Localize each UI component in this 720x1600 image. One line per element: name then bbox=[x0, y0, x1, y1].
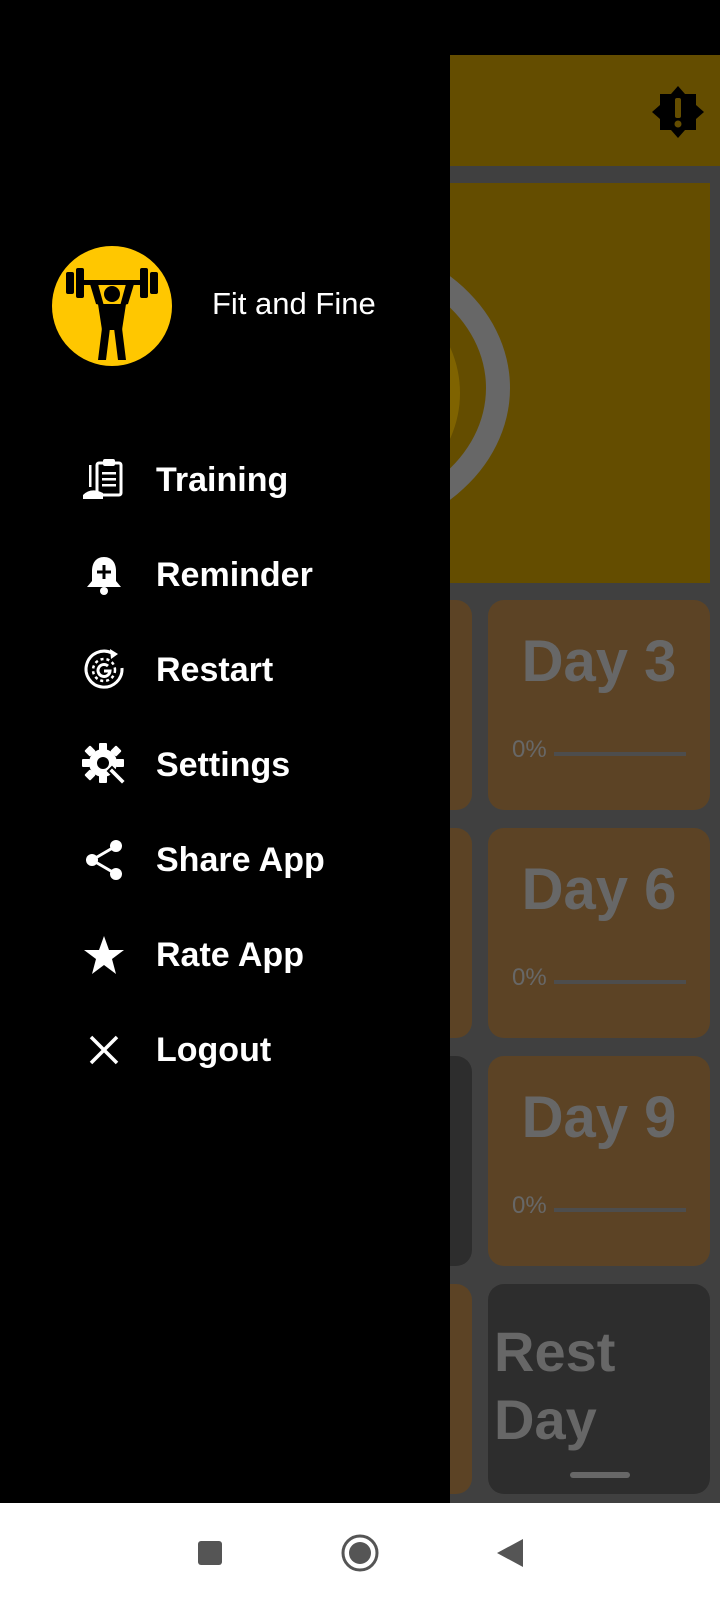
menu-item-rate-app[interactable]: Rate App bbox=[76, 920, 436, 990]
menu-label: Share App bbox=[156, 841, 325, 879]
menu-item-share-app[interactable]: Share App bbox=[76, 825, 436, 895]
weightlifter-icon bbox=[52, 246, 172, 366]
home-icon[interactable] bbox=[338, 1531, 382, 1575]
menu-label: Logout bbox=[156, 1031, 272, 1069]
menu-label: Reminder bbox=[156, 556, 313, 594]
gear-wrench-icon bbox=[76, 730, 132, 800]
menu-item-training[interactable]: Training bbox=[76, 445, 436, 515]
menu-label: Settings bbox=[156, 746, 291, 784]
navigation-drawer: Fit and Fine Training Reminder Restart S… bbox=[0, 0, 450, 1503]
drawer-app-title: Fit and Fine bbox=[212, 286, 376, 321]
star-icon bbox=[76, 920, 132, 990]
recents-icon[interactable] bbox=[188, 1531, 232, 1575]
menu-item-settings[interactable]: Settings bbox=[76, 730, 436, 800]
share-icon bbox=[76, 825, 132, 895]
bell-add-icon bbox=[76, 540, 132, 610]
menu-item-logout[interactable]: Logout bbox=[76, 1015, 436, 1085]
back-icon[interactable] bbox=[488, 1531, 532, 1575]
menu-label: Rate App bbox=[156, 936, 304, 974]
menu-item-restart[interactable]: Restart bbox=[76, 635, 436, 705]
system-navigation-bar bbox=[0, 1503, 720, 1600]
menu-label: Training bbox=[156, 461, 289, 499]
menu-item-reminder[interactable]: Reminder bbox=[76, 540, 436, 610]
training-plan-icon bbox=[76, 445, 132, 515]
close-icon bbox=[76, 1015, 132, 1085]
restart-target-icon bbox=[76, 635, 132, 705]
menu-label: Restart bbox=[156, 651, 274, 689]
